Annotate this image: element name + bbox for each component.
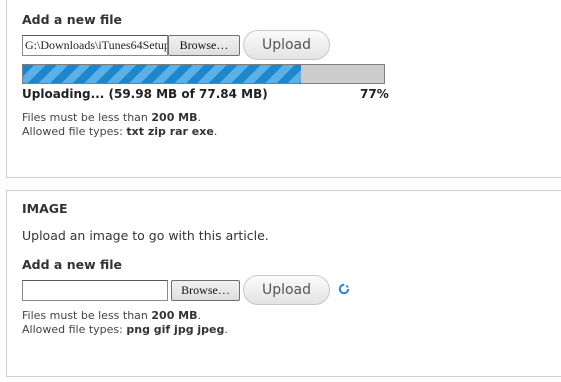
file-upload-panel: Add a new file G:\Downloads\iTunes64Setu… (6, 0, 561, 178)
image-file-path-field[interactable] (22, 280, 168, 301)
upload-progress-bar (22, 64, 385, 84)
upload-progress-percent: 77% (360, 87, 389, 101)
file-size-limit-note: Files must be less than 200 MB. (22, 111, 202, 124)
size-limit-prefix: Files must be less than (22, 111, 148, 124)
upload-progress-fill (23, 65, 301, 83)
image-browse-button[interactable]: Browse… (171, 280, 240, 301)
allowed-types-note: Allowed file types: txt zip rar exe. (22, 125, 218, 138)
file-path-field[interactable]: G:\Downloads\iTunes64Setup (22, 35, 168, 56)
refresh-throbber-icon (338, 283, 350, 295)
allowed-types-prefix: Allowed file types: (22, 125, 123, 138)
upload-progress-status: Uploading... (59.98 MB of 77.84 MB) (22, 87, 268, 101)
allowed-types-value: txt zip rar exe (126, 125, 214, 138)
image-allowed-types-prefix: Allowed file types: (22, 323, 123, 336)
browse-button[interactable]: Browse… (168, 35, 240, 56)
image-size-limit-note: Files must be less than 200 MB. (22, 309, 202, 322)
image-size-limit-value: 200 MB (151, 309, 198, 322)
image-size-limit-prefix: Files must be less than (22, 309, 148, 322)
add-file-heading: Add a new file (22, 12, 123, 27)
image-section-title: IMAGE (22, 201, 68, 216)
image-field-panel: IMAGE Upload an image to go with this ar… (6, 190, 561, 377)
add-image-file-heading: Add a new file (22, 257, 123, 272)
image-section-description: Upload an image to go with this article. (22, 228, 269, 243)
image-upload-button[interactable]: Upload (243, 275, 330, 305)
size-limit-value: 200 MB (151, 111, 198, 124)
image-allowed-types-note: Allowed file types: png gif jpg jpeg. (22, 323, 228, 336)
image-allowed-types-value: png gif jpg jpeg (126, 323, 225, 336)
upload-button[interactable]: Upload (243, 30, 330, 60)
